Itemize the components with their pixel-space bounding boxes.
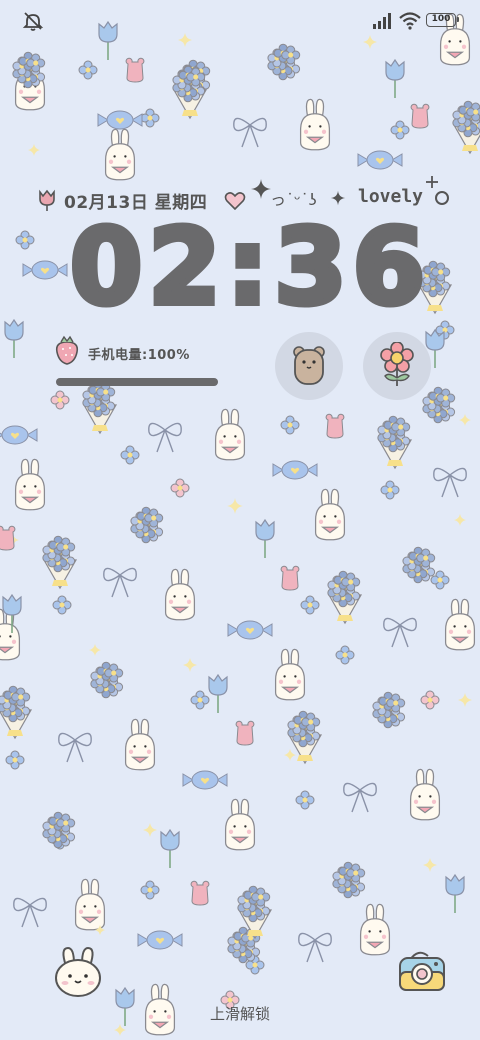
sparkle-decor [423, 858, 437, 872]
flower-decor [280, 415, 300, 435]
bouquet-decor [52, 580, 68, 586]
tulip-decor [385, 58, 405, 81]
bouquet-decor [182, 110, 198, 116]
tulip-decor [2, 593, 22, 616]
strawberry-icon [55, 335, 79, 365]
wallpaper-pattern [0, 13, 480, 1036]
flower-decor [380, 480, 400, 500]
flower-decor [335, 645, 355, 665]
battery-icon: 100 [426, 13, 459, 27]
tulip-icon [39, 189, 55, 211]
flower-decor [140, 108, 160, 128]
bunny-decor [314, 488, 346, 541]
sparkle-decor [454, 514, 466, 526]
flower-decor [170, 478, 190, 498]
tulip-decor [208, 673, 228, 696]
bunny-decor [104, 128, 136, 181]
bow-decor [103, 567, 137, 598]
bouquet-decor [92, 425, 108, 431]
bunny-decor [409, 768, 441, 821]
flower-decor [420, 690, 440, 710]
flower-decor [295, 790, 315, 810]
tulip-decor [160, 828, 180, 851]
bear-decor [125, 57, 145, 83]
battery-progress-fill [56, 378, 218, 386]
bow-decor [233, 117, 267, 148]
bunny-decor [124, 718, 156, 771]
bouquet-decor [387, 460, 403, 466]
flower-decor [52, 595, 72, 615]
sparkle-decor [458, 693, 472, 707]
bunny-decor [214, 408, 246, 461]
sparkle-decor [178, 33, 192, 47]
bunny-decor [224, 798, 256, 851]
bow-decor [148, 422, 182, 453]
unlock-hint[interactable]: 上滑解锁 [0, 1003, 480, 1024]
bunny-face-icon[interactable] [50, 944, 106, 1000]
bouquet-decor [247, 930, 263, 936]
sparkle-decor [284, 749, 296, 761]
mute-icon [22, 12, 44, 31]
flower-decor [190, 690, 210, 710]
sparkle-decor [183, 658, 197, 672]
sparkle-icon [330, 190, 346, 206]
bow-decor [13, 897, 47, 928]
bow-decor [58, 732, 92, 763]
bunny-decor [359, 903, 391, 956]
status-bar: 100 [0, 8, 480, 32]
bunny-decor [274, 648, 306, 701]
bow-decor [343, 782, 377, 813]
flower-decor [120, 445, 140, 465]
bear-decor [190, 880, 210, 906]
sparkle-decor [363, 35, 377, 49]
sparkle-decor [143, 823, 157, 837]
bear-decor [410, 103, 430, 129]
camera-icon[interactable] [394, 942, 450, 998]
bouquet-decor [297, 755, 313, 761]
bear-decor [280, 565, 300, 591]
bear-shortcut-button[interactable] [275, 332, 343, 400]
bear-decor [235, 720, 255, 746]
tulip-decor [255, 518, 275, 541]
bouquet-decor [337, 615, 353, 621]
flower-shortcut-button[interactable] [363, 332, 431, 400]
flower-decor [300, 595, 320, 615]
flower-decor [5, 750, 25, 770]
bear-icon [293, 346, 325, 385]
bunny-decor [164, 568, 196, 621]
battery-widget: 手机电量:100% [52, 334, 232, 394]
signal-icon [373, 13, 391, 29]
bow-decor [383, 617, 417, 648]
battery-progress [56, 378, 218, 386]
sparkle-decor [28, 144, 40, 156]
clock-time: 02:36 [67, 206, 432, 328]
flower-decor [15, 230, 35, 250]
bunny-decor [74, 878, 106, 931]
bouquet-decor [7, 730, 23, 736]
bear-decor [0, 525, 16, 551]
sparkle-decor [227, 498, 243, 514]
wifi-icon [399, 12, 421, 30]
bow-decor [298, 932, 332, 963]
flower-decor [140, 880, 160, 900]
sparkle-decor [459, 414, 471, 426]
tulip-decor [445, 873, 465, 896]
flower-decor [78, 60, 98, 80]
sparkle-circle-icon [426, 176, 449, 205]
flower-icon [380, 342, 414, 386]
bunny-decor [0, 608, 21, 661]
bunny-decor [14, 458, 46, 511]
battery-label: 手机电量:100% [88, 348, 190, 363]
bouquet-decor [462, 145, 478, 151]
bow-decor [433, 467, 467, 498]
bunny-decor [299, 98, 331, 151]
flower-decor [390, 120, 410, 140]
lovely-text: lovely [358, 186, 424, 207]
tulip-decor [4, 318, 24, 341]
sparkle-decor [89, 644, 101, 656]
sparkle-icon [251, 179, 271, 199]
bunny-decor [444, 598, 476, 651]
bear-decor [325, 413, 345, 439]
